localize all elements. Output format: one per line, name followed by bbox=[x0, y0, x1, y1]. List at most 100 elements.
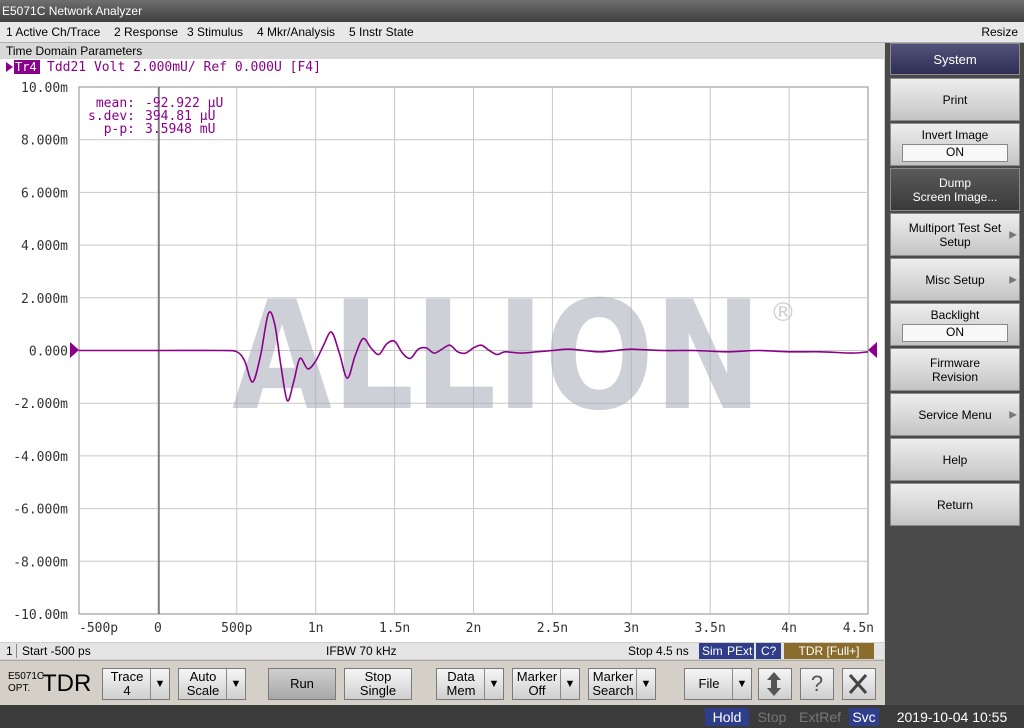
status-divider bbox=[16, 644, 17, 658]
help-button[interactable]: ? bbox=[800, 668, 834, 700]
submenu-arrow-icon: ▶ bbox=[1009, 229, 1017, 240]
trace-select-button[interactable]: Trace 4 ▼ bbox=[102, 668, 170, 700]
marker-search-button[interactable]: Marker Search ▼ bbox=[588, 668, 656, 700]
file-button[interactable]: File ▼ bbox=[684, 668, 752, 700]
run-button[interactable]: Run bbox=[268, 668, 336, 700]
softkey-return-label: Return bbox=[936, 497, 974, 512]
file-label: File bbox=[698, 676, 720, 691]
softkey-firmware-revision[interactable]: Firmware Revision bbox=[890, 348, 1020, 391]
data-mem-button[interactable]: Data Mem ▼ bbox=[436, 668, 504, 700]
model-opt: OPT. bbox=[8, 683, 31, 694]
stop-single-line1: Stop bbox=[364, 669, 392, 684]
x-tick-label: 2n bbox=[466, 621, 482, 636]
window-titlebar: E5071C Network Analyzer bbox=[0, 0, 1024, 22]
softkey-invert-label: Invert Image bbox=[921, 127, 989, 142]
stat-pp-value: 3.5948 mU bbox=[145, 122, 215, 137]
svc-indicator: Svc bbox=[849, 708, 879, 726]
softkey-misc-setup[interactable]: Misc Setup ▶ bbox=[890, 258, 1020, 301]
up-down-arrow-icon bbox=[767, 672, 781, 696]
softkey-multiport-line1: Multiport Test Set bbox=[908, 220, 1002, 235]
submenu-arrow-icon: ▶ bbox=[1009, 274, 1017, 285]
trace-select-label: Trace bbox=[110, 669, 144, 684]
chevron-down-icon[interactable]: ▼ bbox=[560, 669, 579, 699]
chevron-down-icon[interactable]: ▼ bbox=[226, 669, 245, 699]
trace-badge: Tr4 bbox=[15, 60, 37, 74]
submenu-arrow-icon: ▶ bbox=[1009, 409, 1017, 420]
x-tick-label: 1n bbox=[308, 621, 324, 636]
softkey-firmware-line2: Revision bbox=[931, 369, 979, 384]
stop-single-line2: Single bbox=[359, 683, 397, 698]
chevron-down-icon[interactable]: ▼ bbox=[150, 669, 169, 699]
marker-search-line1: Marker bbox=[592, 669, 634, 684]
softkey-dump-screen-image[interactable]: Dump Screen Image... bbox=[890, 168, 1020, 211]
resize-button[interactable]: Resize bbox=[981, 22, 1018, 42]
y-tick-label: 2.000m bbox=[21, 292, 68, 307]
extref-indicator: ExtRef bbox=[798, 709, 841, 725]
softkey-dump-line1: Dump bbox=[938, 175, 971, 190]
left-reference-marker bbox=[70, 342, 79, 358]
x-tick-label: 2.5n bbox=[537, 621, 568, 636]
y-tick-label: 10.00m bbox=[21, 81, 68, 96]
softkey-help-label: Help bbox=[942, 452, 968, 467]
menu-instr-state[interactable]: 5 Instr State bbox=[349, 22, 414, 42]
menu-bar: 1 Active Ch/Trace 2 Response 3 Stimulus … bbox=[0, 22, 1024, 43]
stop-indicator: Stop bbox=[757, 709, 787, 725]
softkey-print[interactable]: Print bbox=[890, 78, 1020, 121]
softkey-dump-line2: Screen Image... bbox=[912, 189, 998, 204]
y-tick-label: 8.000m bbox=[21, 134, 68, 149]
chevron-down-icon[interactable]: ▼ bbox=[484, 669, 503, 699]
allion-watermark: ALLION ® bbox=[232, 270, 796, 444]
softkey-panel: System Print Invert Image ON Dump Screen… bbox=[885, 43, 1024, 705]
instrument-status-bar: Hold Stop ExtRef Svc 2019-10-04 10:55 bbox=[0, 705, 1024, 728]
status-channel: 1 bbox=[6, 644, 13, 658]
close-button[interactable] bbox=[842, 668, 876, 700]
x-tick-label: -500p bbox=[79, 621, 118, 636]
watermark-logo-text: ALLION bbox=[232, 270, 762, 444]
menu-mkr-analysis[interactable]: 4 Mkr/Analysis bbox=[257, 22, 335, 42]
status-bar: 1 Start -500 ps IFBW 70 kHz Stop 4.5 ns … bbox=[0, 643, 884, 659]
tdr-chart: ALLION ® 10.00m 8.000m 6.000m 4.000m 2.000m 0… bbox=[6, 60, 877, 636]
chevron-down-icon[interactable]: ▼ bbox=[636, 669, 655, 699]
x-tick-label: 3.5n bbox=[695, 621, 726, 636]
help-icon: ? bbox=[810, 671, 824, 696]
auto-scale-line2: Scale bbox=[186, 683, 220, 698]
x-tick-label: 0 bbox=[154, 621, 162, 636]
x-tick-label: 3n bbox=[623, 621, 639, 636]
softkey-help[interactable]: Help bbox=[890, 438, 1020, 481]
trace-active-arrow bbox=[6, 62, 13, 72]
softkey-service-label: Service Menu bbox=[918, 407, 992, 422]
x-tick-label: 4n bbox=[781, 621, 797, 636]
stop-single-button[interactable]: Stop Single bbox=[344, 668, 412, 700]
softkey-return[interactable]: Return bbox=[890, 483, 1020, 526]
y-tick-label: -6.000m bbox=[13, 503, 68, 518]
hold-indicator: Hold bbox=[705, 708, 749, 726]
status-pext-badge: PExt bbox=[725, 643, 755, 659]
auto-scale-button[interactable]: Auto Scale ▼ bbox=[178, 668, 246, 700]
datetime-display: 2019-10-04 10:55 bbox=[896, 709, 1008, 725]
data-mem-line1: Data bbox=[447, 669, 475, 684]
menu-response[interactable]: 2 Response bbox=[114, 22, 178, 42]
entry-toggle-button[interactable] bbox=[758, 668, 792, 700]
y-tick-label: 6.000m bbox=[21, 186, 68, 201]
chevron-down-icon[interactable]: ▼ bbox=[732, 669, 751, 699]
panel-title: Time Domain Parameters bbox=[6, 44, 143, 58]
marker-off-button[interactable]: Marker Off ▼ bbox=[512, 668, 580, 700]
softkey-invert-image[interactable]: Invert Image ON bbox=[890, 123, 1020, 166]
x-tick-label: 1.5n bbox=[379, 621, 410, 636]
menu-stimulus[interactable]: 3 Stimulus bbox=[187, 22, 243, 42]
x-tick-label: 500p bbox=[221, 621, 252, 636]
panel-titlebar: Time Domain Parameters bbox=[0, 43, 884, 59]
menu-active-ch-trace[interactable]: 1 Active Ch/Trace bbox=[6, 22, 100, 42]
softkey-backlight[interactable]: Backlight ON bbox=[890, 303, 1020, 346]
status-ifbw: IFBW 70 kHz bbox=[326, 644, 397, 658]
softkey-multiport-test-set[interactable]: Multiport Test Set Setup ▶ bbox=[890, 213, 1020, 256]
y-tick-label: -2.000m bbox=[13, 397, 68, 412]
softkey-backlight-value: ON bbox=[902, 323, 1008, 342]
softkey-backlight-label: Backlight bbox=[930, 307, 980, 322]
auto-scale-line1: Auto bbox=[189, 669, 217, 684]
y-tick-label: 0.000 bbox=[29, 345, 68, 360]
status-start: Start -500 ps bbox=[22, 644, 91, 658]
mode-label: TDR bbox=[42, 670, 92, 697]
softkey-print-label: Print bbox=[942, 92, 968, 107]
softkey-service-menu[interactable]: Service Menu ▶ bbox=[890, 393, 1020, 436]
